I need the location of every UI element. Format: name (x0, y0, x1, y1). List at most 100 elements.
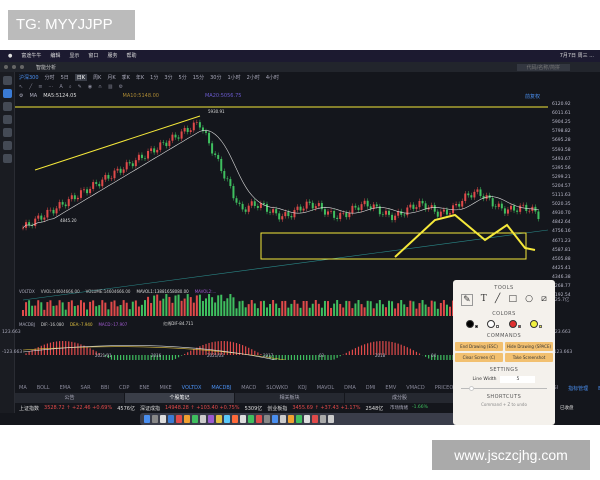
close-button[interactable] (4, 65, 8, 69)
menu-help[interactable]: 帮助 (126, 50, 136, 62)
period-tab[interactable]: 15分 (193, 74, 204, 81)
bottom-tab[interactable]: 公告 (15, 393, 125, 403)
bottom-tab[interactable]: 个股笔记 (125, 393, 235, 403)
indicator-tab[interactable]: MA (19, 385, 27, 391)
slider-knob[interactable] (469, 386, 474, 391)
period-tab[interactable]: 4小时 (266, 74, 279, 81)
apple-menu[interactable]: ● (8, 50, 12, 62)
indicator-tab[interactable]: KDJ (298, 385, 307, 391)
text-icon[interactable]: A (59, 84, 62, 90)
dock-app-icon[interactable] (240, 415, 246, 423)
bottom-tab[interactable]: 成分股 (345, 393, 455, 403)
menu-view[interactable]: 显示 (69, 50, 79, 62)
color-swatch[interactable] (530, 320, 543, 328)
period-tab[interactable]: 季K (122, 74, 130, 81)
indicator-tab[interactable]: VMACD (406, 385, 424, 391)
symbol-label[interactable]: 沪深300 (19, 74, 39, 81)
screenshot-button[interactable]: Take Screenshot (505, 353, 553, 362)
dock-app-icon[interactable] (232, 415, 238, 423)
menu-edit[interactable]: 编辑 (50, 50, 60, 62)
ticker-name[interactable]: 上证指数 (19, 405, 39, 412)
dock-app-icon[interactable] (272, 415, 278, 423)
indicator-tab[interactable]: MIKE (159, 385, 171, 391)
dock-app-icon[interactable] (216, 415, 222, 423)
gear-icon[interactable]: ⚙ (19, 93, 23, 99)
magnify-icon[interactable]: ⌕ (69, 84, 72, 90)
dock-app-icon[interactable] (256, 415, 262, 423)
period-tab[interactable]: 周K (93, 74, 101, 81)
menu-window[interactable]: 窗口 (88, 50, 98, 62)
indicator-tab[interactable]: MACDBJ (211, 385, 231, 391)
rectangle-tool-icon[interactable]: □ (508, 294, 517, 306)
sidebar-item-market[interactable] (3, 89, 12, 98)
color-swatch[interactable] (508, 320, 521, 328)
color-swatch[interactable] (465, 320, 478, 328)
color-swatch[interactable] (487, 320, 500, 328)
period-tab[interactable]: 2小时 (247, 74, 260, 81)
menu-app[interactable]: 富途牛牛 (21, 50, 41, 62)
period-tab[interactable]: 年K (136, 74, 144, 81)
indicator-tab[interactable]: SAR (81, 385, 91, 391)
dock-app-icon[interactable] (288, 415, 294, 423)
search-input[interactable]: 代码/名称/简拼 (516, 63, 570, 71)
sidebar-item-settings[interactable] (3, 154, 12, 163)
dock-app-icon[interactable] (168, 415, 174, 423)
arrow-tool-icon[interactable]: ⧄ (541, 294, 547, 306)
indicator-tab[interactable]: CDP (119, 385, 129, 391)
indicator-tab[interactable]: DMI (366, 385, 376, 391)
dock-app-icon[interactable] (184, 415, 190, 423)
indicator-tab[interactable]: SLOWKD (266, 385, 288, 391)
period-tab[interactable]: 1分 (150, 74, 158, 81)
dock-app-icon[interactable] (328, 415, 334, 423)
dock-app-icon[interactable] (208, 415, 214, 423)
menu-service[interactable]: 服务 (107, 50, 117, 62)
period-tab[interactable]: 日K (74, 73, 88, 81)
indicator-tab[interactable]: VOLTDX (182, 385, 202, 391)
gear-icon[interactable]: ⚙ (119, 84, 123, 90)
minimize-button[interactable] (12, 65, 16, 69)
dock-app-icon[interactable] (200, 415, 206, 423)
cursor-icon[interactable]: ↖ (19, 84, 23, 90)
dock-app-icon[interactable] (192, 415, 198, 423)
indicator-tab[interactable]: BBI (101, 385, 109, 391)
indicator-tab[interactable]: MACD (241, 385, 256, 391)
period-tab[interactable]: 30分 (210, 74, 221, 81)
dock-app-icon[interactable] (320, 415, 326, 423)
text-tool-icon[interactable]: T (481, 294, 487, 306)
circle-tool-icon[interactable]: ○ (525, 294, 533, 306)
dock-app-icon[interactable] (160, 415, 166, 423)
sidebar-item-news[interactable] (3, 115, 12, 124)
fib-icon[interactable]: ⋯ (48, 84, 53, 90)
hide-drawing-button[interactable]: Hide Drawing (SPACE) (505, 342, 553, 351)
ticker-name[interactable]: 深证成指 (140, 405, 160, 412)
indicator-tab[interactable]: EMA (60, 385, 71, 391)
bottom-tab[interactable]: 相关板块 (235, 393, 345, 403)
line-icon[interactable]: ╱ (29, 84, 32, 90)
period-tab[interactable]: 3分 (164, 74, 172, 81)
period-tab[interactable]: 月K (107, 74, 115, 81)
period-tab[interactable]: 1小时 (227, 74, 240, 81)
pencil-tool-icon[interactable]: ✎ (461, 294, 473, 306)
period-tab[interactable]: 5分 (179, 74, 187, 81)
dock-app-icon[interactable] (264, 415, 270, 423)
dock-app-icon[interactable] (176, 415, 182, 423)
pen-icon[interactable]: ✎ (78, 84, 82, 90)
line-width-input[interactable]: 5 (500, 376, 536, 383)
dock-app-icon[interactable] (144, 415, 150, 423)
sidebar-item-trade[interactable] (3, 128, 12, 137)
dock-app-icon[interactable] (312, 415, 318, 423)
dock-app-icon[interactable] (280, 415, 286, 423)
dock-app-icon[interactable] (304, 415, 310, 423)
clear-screen-button[interactable]: Clear Screen (C) (455, 353, 503, 362)
dock-app-icon[interactable] (152, 415, 158, 423)
indicator-right-link[interactable]: 指标管理 (568, 385, 588, 392)
end-drawing-button[interactable]: End Drawing (ESC) (455, 342, 503, 351)
brush-tool-icon[interactable]: ╱ (495, 294, 500, 306)
adjust-dropdown[interactable]: 前复权 (525, 93, 540, 100)
window-tab[interactable]: 智能分析 (36, 64, 56, 71)
indicator-tab[interactable]: ENE (139, 385, 149, 391)
period-tab[interactable]: 分时 (45, 74, 55, 81)
trash-icon[interactable]: ▥ (108, 84, 113, 90)
line-width-slider[interactable] (461, 386, 547, 391)
indicator-tab[interactable]: BOLL (37, 385, 50, 391)
